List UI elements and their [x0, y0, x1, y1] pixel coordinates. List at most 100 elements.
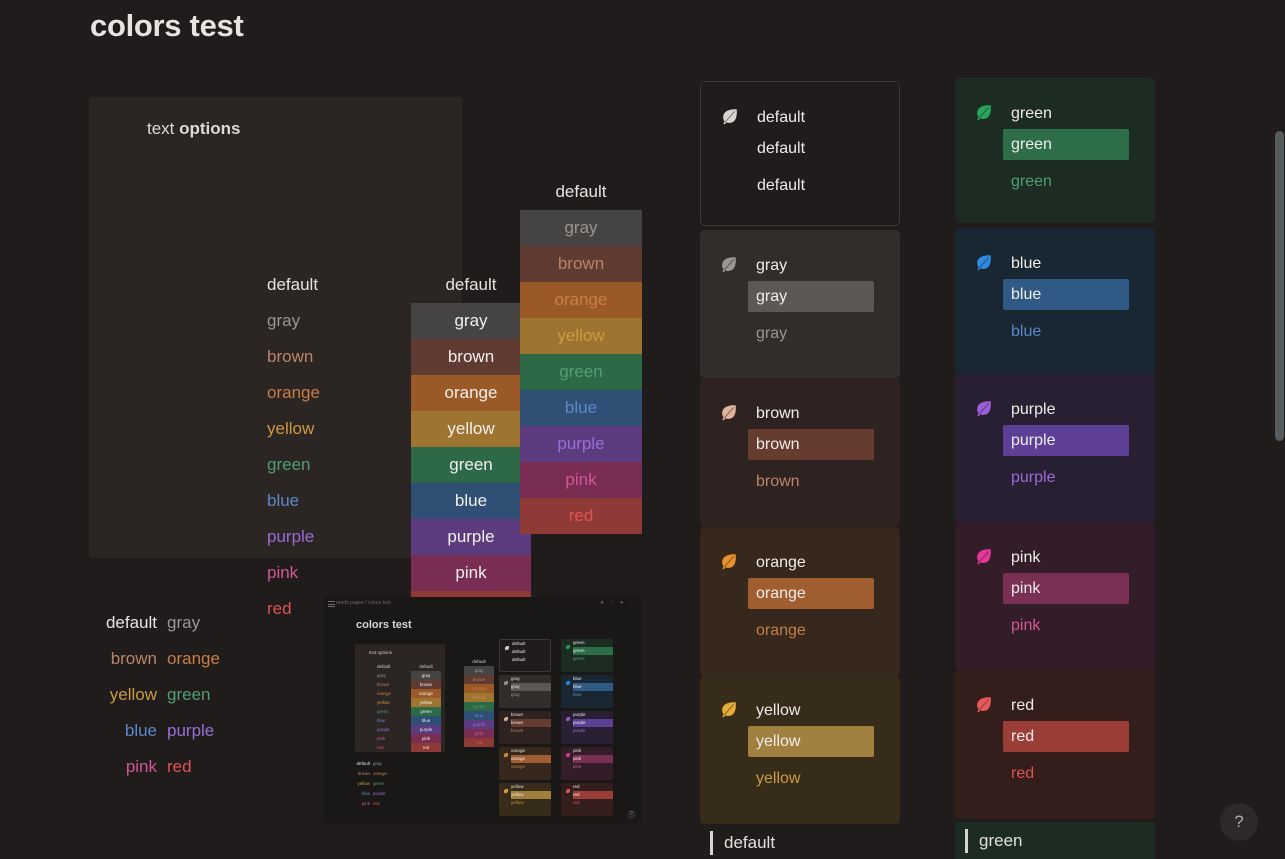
- page-scrollbar[interactable]: [1274, 0, 1285, 859]
- leaf-icon: [719, 551, 739, 571]
- callout-green[interactable]: green green green: [955, 78, 1155, 223]
- thumbnail-breadcrumb: rando pages / colors test: [336, 600, 391, 606]
- callout-pink[interactable]: pink pink pink: [955, 522, 1155, 671]
- callout-gray[interactable]: gray gray gray: [700, 230, 900, 379]
- plain-color-row-purple: purple: [267, 527, 315, 546]
- scrollbar-thumb[interactable]: [1275, 131, 1284, 441]
- text-options-heading: text options: [147, 119, 241, 139]
- word-cell-pink: pink: [125, 757, 157, 776]
- callout-line-highlighted: yellow: [748, 726, 874, 757]
- page-root: colors test text options default gray brow…: [0, 0, 1285, 859]
- thumb-swatch-pink: pink: [411, 734, 441, 743]
- thumb-word-brown: brown: [357, 771, 370, 776]
- callout-brown[interactable]: brown brown brown: [700, 378, 900, 527]
- thumb-swatch-purple: purple: [411, 725, 441, 734]
- word-cell-orange: orange: [167, 649, 220, 668]
- thumb-mid-red: red: [464, 738, 494, 747]
- leaf-icon: [719, 699, 739, 719]
- thumb-mid-pink: pink: [464, 729, 494, 738]
- thumbnail-word-grid: default gray brown orange yellow green blue pur…: [351, 759, 421, 809]
- text-options-panel: text options default gray brown orange yello…: [89, 97, 531, 627]
- callout-lines: green green green: [1003, 98, 1141, 197]
- mid-swatch-row-red: red: [520, 498, 642, 534]
- callout-lines: orange orange orange: [748, 547, 886, 646]
- plain-color-row-orange: orange: [267, 383, 320, 402]
- callout-lines: pink pink pink: [1003, 542, 1141, 641]
- callout-line-highlighted: pink: [1003, 573, 1129, 604]
- thumb-mid-header: default: [472, 659, 486, 664]
- thumb-callout-gray: gray gray gray: [499, 675, 551, 708]
- thumb-callout-colored: red: [573, 800, 580, 805]
- thumb-callout-highlight: pink: [573, 755, 613, 763]
- callout-orange[interactable]: orange orange orange: [700, 527, 900, 676]
- leaf-icon: [503, 716, 509, 724]
- callout-line-colored: brown: [756, 473, 800, 490]
- callout-line-plain: yellow: [756, 702, 801, 719]
- thumb-callout-plain: gray: [511, 676, 520, 681]
- callout-line-plain: gray: [756, 257, 788, 274]
- thumb-plain-brown: brown: [377, 682, 390, 687]
- callout-line-colored: green: [1011, 173, 1052, 190]
- leaf-icon: [565, 716, 571, 724]
- thumb-plain-green: green: [377, 709, 389, 714]
- thumb-plain-red: red: [377, 745, 384, 750]
- thumb-callout-plain: green: [573, 640, 585, 645]
- callout-line-plain: orange: [756, 554, 806, 571]
- word-cell-default: default: [105, 613, 157, 632]
- embedded-screenshot-thumbnail[interactable]: rando pages / colors test ★ ♡ ⏶ ⋯ colors…: [324, 597, 642, 823]
- thumb-plain-header: default: [377, 664, 391, 669]
- callout-line-highlighted: default: [757, 140, 806, 157]
- thumb-callout-colored: brown: [511, 728, 524, 733]
- thumb-mid-yellow: yellow: [464, 693, 494, 702]
- hamburger-menu-icon: [328, 601, 335, 607]
- callout-line-highlighted: orange: [748, 578, 874, 609]
- thumb-callout-highlight: brown: [511, 719, 551, 727]
- callout-yellow[interactable]: yellow yellow yellow: [700, 675, 900, 824]
- leaf-icon: [974, 102, 994, 122]
- callout-lines: yellow yellow yellow: [748, 695, 886, 794]
- callout-lines: purple purple purple: [1003, 394, 1141, 493]
- thumb-callout-pink: pink pink pink: [561, 747, 613, 780]
- leaf-icon: [565, 644, 571, 652]
- callout-line-highlighted: red: [1003, 721, 1129, 752]
- thumb-word-blue: blue: [361, 791, 370, 796]
- callout-default[interactable]: default default default: [700, 81, 900, 226]
- mid-swatch-row-orange: orange: [520, 282, 642, 318]
- help-button[interactable]: ?: [1220, 803, 1258, 841]
- callout-blue[interactable]: blue blue blue: [955, 228, 1155, 377]
- background-swatch-column: default gray brown orange yellow green blue pur…: [411, 267, 531, 627]
- leaf-icon: [974, 398, 994, 418]
- plain-color-row-green: green: [267, 455, 311, 474]
- thumb-callout-green: green green green: [561, 639, 613, 672]
- thumb-word-orange: orange: [373, 771, 388, 776]
- callout-lines: default default default: [757, 102, 885, 201]
- callout-red[interactable]: red red red: [955, 670, 1155, 819]
- thumb-callout-highlight: purple: [573, 719, 613, 727]
- word-cell-purple: purple: [167, 721, 215, 740]
- thumb-callout-plain: brown: [511, 712, 524, 717]
- word-cell-yellow: yellow: [109, 685, 157, 704]
- leaf-icon: [974, 546, 994, 566]
- callout-line-colored: red: [1011, 765, 1035, 782]
- thumb-callout-highlight: green: [573, 647, 613, 655]
- callout-line-colored: purple: [1011, 469, 1056, 486]
- mid-swatch-row-yellow: yellow: [520, 318, 642, 354]
- thumb-mid-brown: brown: [464, 675, 494, 684]
- swatch-row-green: green: [411, 447, 531, 483]
- callout-line-plain: brown: [756, 405, 800, 422]
- word-cell-red: red: [167, 757, 192, 776]
- callout-line-colored: orange: [756, 622, 806, 639]
- callout-purple[interactable]: purple purple purple: [955, 374, 1155, 523]
- swatch-row-gray: gray: [411, 303, 531, 339]
- word-cell-gray: gray: [167, 613, 201, 632]
- thumb-callout-yellow: yellow yellow yellow: [499, 783, 551, 816]
- leaf-icon: [565, 680, 571, 688]
- thumb-swatch-blue: blue: [411, 716, 441, 725]
- thumb-callout-colored: blue: [573, 692, 582, 697]
- thumbnail-mid-column: default gray brown orange yellow green blue pur…: [464, 657, 494, 747]
- thumb-word-yellow: yellow: [357, 781, 370, 786]
- thumb-callout-plain: default: [512, 641, 526, 646]
- plain-color-row-yellow: yellow: [267, 419, 315, 438]
- thumb-word-purple: purple: [373, 791, 386, 796]
- leaf-icon: [503, 788, 509, 796]
